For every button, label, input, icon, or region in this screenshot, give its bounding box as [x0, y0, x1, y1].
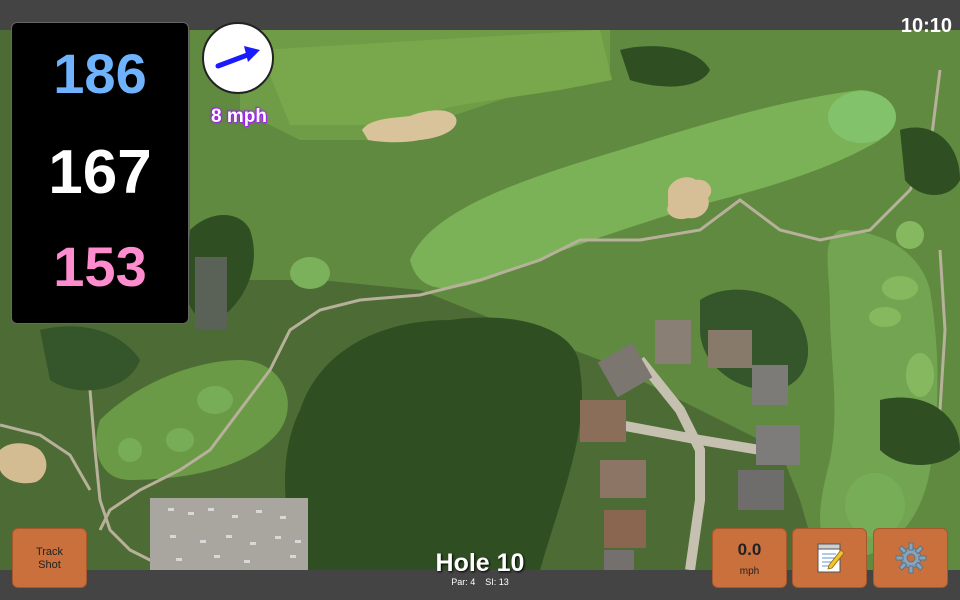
track-shot-label-line1: Track [35, 546, 64, 558]
notepad-icon [817, 543, 845, 573]
wind-direction-indicator [202, 22, 274, 94]
distance-panel: 186 167 153 [11, 22, 189, 324]
speed-unit: mph [739, 566, 760, 577]
hole-info: Par: 4 SI: 13 [380, 577, 580, 587]
speed-button[interactable]: 0.0 mph [712, 528, 787, 588]
wind-speed: 8 mph [211, 106, 267, 127]
golf-gps-screen: 10:10 186 167 153 8 mph Track Shot Hole … [0, 0, 960, 600]
distance-back: 186 [53, 42, 147, 105]
hole-par: Par: 4 [451, 577, 476, 587]
speed-value: 0.0 [737, 540, 762, 559]
hole-title: Hole 10 [435, 549, 525, 577]
notes-button[interactable] [792, 528, 867, 588]
hole-stroke-index: SI: 13 [485, 577, 509, 587]
gear-icon [895, 542, 926, 574]
distance-middle: 167 [48, 138, 152, 207]
clock: 10:10 [900, 15, 952, 37]
distance-front: 153 [53, 235, 147, 298]
track-shot-button[interactable]: Track Shot [12, 528, 87, 588]
track-shot-label-line2: Shot [38, 559, 61, 571]
arrow-right-up-icon [215, 46, 260, 69]
settings-button[interactable] [873, 528, 948, 588]
